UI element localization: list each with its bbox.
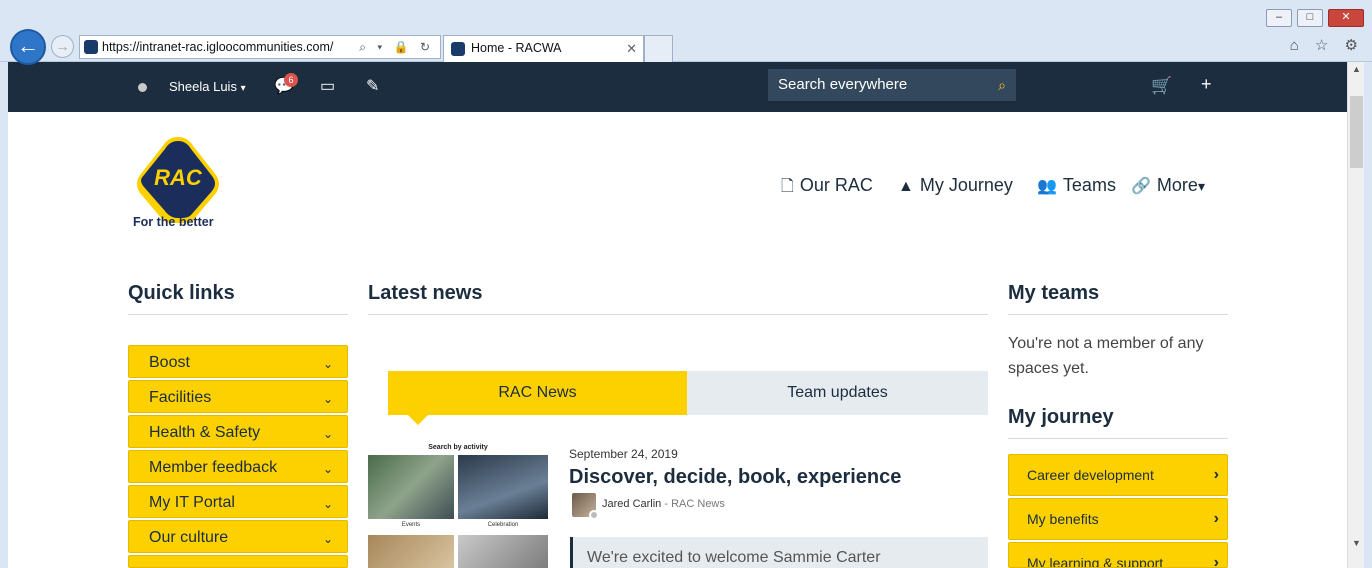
quick-link-next[interactable] bbox=[128, 555, 348, 568]
quick-links-heading: Quick links bbox=[128, 282, 235, 304]
users-icon: 👥 bbox=[1037, 178, 1057, 195]
close-window-button[interactable]: ✕ bbox=[1328, 9, 1364, 27]
quick-link-facilities[interactable]: Facilities ⌄ bbox=[128, 380, 348, 413]
news-byline: Jared Carlin - RAC News bbox=[602, 498, 725, 510]
presence-status-icon bbox=[589, 510, 599, 520]
cart-icon[interactable]: 🛒 bbox=[1151, 76, 1172, 96]
thumbnail-photo bbox=[458, 455, 548, 519]
tab-rac-news[interactable]: RAC News bbox=[388, 371, 687, 415]
bookmark-icon[interactable]: ▭ bbox=[320, 76, 335, 96]
quick-link-our-culture[interactable]: Our culture ⌄ bbox=[128, 520, 348, 553]
browser-tab[interactable]: Home - RACWA ✕ bbox=[443, 35, 644, 62]
logo-text: RAC bbox=[154, 165, 203, 190]
author-link[interactable]: Jared Carlin bbox=[602, 498, 661, 510]
rac-logo[interactable]: RAC For the better bbox=[128, 135, 228, 235]
scroll-up-icon[interactable]: ▲ bbox=[1348, 64, 1365, 74]
divider bbox=[368, 314, 988, 315]
journey-my-benefits[interactable]: My benefits › bbox=[1008, 498, 1228, 540]
scrollbar-thumb[interactable] bbox=[1350, 96, 1363, 168]
active-tab-indicator bbox=[408, 415, 428, 425]
user-menu[interactable]: Sheela Luis ▾ bbox=[169, 79, 246, 94]
site-favicon-icon bbox=[84, 40, 98, 54]
caret-down-icon: ▾ bbox=[240, 83, 246, 94]
divider bbox=[1008, 438, 1228, 439]
chevron-down-icon: ⌄ bbox=[322, 532, 333, 546]
nav-my-journey[interactable]: ▲ My Journey bbox=[898, 175, 1013, 196]
avatar[interactable] bbox=[572, 493, 599, 520]
thumbnail-photo bbox=[458, 535, 548, 568]
site-topbar: Sheela Luis ▾ 💬 6 ▭ ✎ Search everywhere … bbox=[8, 62, 1347, 112]
compose-icon[interactable]: ✎ bbox=[366, 76, 379, 96]
chevron-down-icon: ⌄ bbox=[322, 427, 333, 441]
maximize-button[interactable]: □ bbox=[1297, 9, 1323, 27]
tab-close-icon[interactable]: ✕ bbox=[626, 36, 637, 61]
vertical-scrollbar[interactable]: ▲ ▼ bbox=[1347, 62, 1364, 568]
quick-link-health-safety[interactable]: Health & Safety ⌄ bbox=[128, 415, 348, 448]
document-icon: 🗋 bbox=[781, 178, 794, 195]
quick-link-boost[interactable]: Boost ⌄ bbox=[128, 345, 348, 378]
presence-dot-icon bbox=[138, 83, 147, 92]
chevron-down-icon: ⌄ bbox=[322, 357, 333, 371]
teams-empty-text: You're not a member of any spaces yet. bbox=[1008, 335, 1204, 377]
chevron-right-icon: › bbox=[1213, 510, 1219, 527]
nav-teams[interactable]: 👥 Teams bbox=[1037, 175, 1116, 196]
journey-learning-support[interactable]: My learning & support › bbox=[1008, 542, 1228, 568]
tab-team-updates[interactable]: Team updates bbox=[687, 371, 988, 415]
thumbnail-caption: Celebration bbox=[487, 522, 519, 528]
new-tab-button[interactable] bbox=[644, 35, 673, 62]
journey-career-development[interactable]: Career development › bbox=[1008, 454, 1228, 496]
address-tools-icons[interactable]: ⌕ ▾ 🔒 ↻ bbox=[359, 36, 434, 58]
notification-badge: 6 bbox=[284, 73, 298, 87]
thumbnail-caption: Events bbox=[401, 522, 421, 528]
my-journey-heading: My journey bbox=[1008, 406, 1114, 428]
search-icon[interactable]: ⌕ bbox=[998, 69, 1006, 101]
search-input[interactable]: Search everywhere ⌕ bbox=[768, 69, 1016, 101]
search-placeholder: Search everywhere bbox=[778, 76, 908, 93]
browser-toolbar-icons[interactable]: ⌂ ☆ ⚙ bbox=[1290, 36, 1364, 54]
road-icon: ▲ bbox=[898, 178, 914, 195]
back-button[interactable]: ← bbox=[10, 29, 46, 65]
scroll-down-icon[interactable]: ▼ bbox=[1348, 538, 1365, 548]
my-teams-heading: My teams bbox=[1008, 282, 1100, 304]
window-right-border bbox=[1364, 62, 1372, 568]
nav-our-rac[interactable]: 🗋 Our RAC bbox=[781, 175, 873, 202]
latest-news-heading: Latest news bbox=[368, 282, 483, 304]
quick-link-member-feedback[interactable]: Member feedback ⌄ bbox=[128, 450, 348, 483]
nav-more[interactable]: 🔗 More▾ bbox=[1131, 175, 1205, 196]
tab-title: Home - RACWA bbox=[471, 41, 562, 55]
forward-arrow-icon: → bbox=[55, 38, 70, 54]
chevron-down-icon: ⌄ bbox=[322, 392, 333, 406]
chevron-right-icon: › bbox=[1213, 554, 1219, 568]
logo-tagline: For the better bbox=[133, 215, 214, 229]
chevron-right-icon: › bbox=[1213, 466, 1219, 483]
caret-down-icon: ▾ bbox=[1197, 178, 1205, 194]
news-title-link[interactable]: Discover, decide, book, experience bbox=[569, 466, 901, 489]
chevron-down-icon: ⌄ bbox=[322, 462, 333, 476]
thumbnail-header: Search by activity bbox=[428, 444, 488, 451]
thumbnail-photo bbox=[368, 455, 454, 519]
news-excerpt: We're excited to welcome Sammie Carter bbox=[570, 537, 988, 568]
divider bbox=[128, 314, 348, 315]
news-source-link[interactable]: RAC News bbox=[671, 498, 725, 510]
link-icon: 🔗 bbox=[1131, 178, 1151, 195]
address-url[interactable]: https://intranet-rac.igloocommunities.co… bbox=[102, 40, 333, 54]
tab-favicon-icon bbox=[451, 42, 465, 56]
minimize-button[interactable]: – bbox=[1266, 9, 1292, 27]
back-arrow-icon: ← bbox=[17, 33, 39, 58]
quick-link-it-portal[interactable]: My IT Portal ⌄ bbox=[128, 485, 348, 518]
forward-button[interactable]: → bbox=[51, 35, 74, 58]
browser-chrome: – □ ✕ ← → https://intranet-rac.igloocomm… bbox=[0, 0, 1372, 65]
chevron-down-icon: ⌄ bbox=[322, 497, 333, 511]
window-left-border bbox=[0, 62, 8, 568]
news-thumbnail[interactable]: Search by activity Events Celebration bbox=[368, 441, 548, 568]
news-date: September 24, 2019 bbox=[569, 447, 678, 461]
address-bar[interactable]: https://intranet-rac.igloocommunities.co… bbox=[79, 35, 441, 59]
divider bbox=[1008, 314, 1228, 315]
add-icon[interactable]: + bbox=[1201, 74, 1212, 95]
thumbnail-photo bbox=[368, 535, 454, 568]
